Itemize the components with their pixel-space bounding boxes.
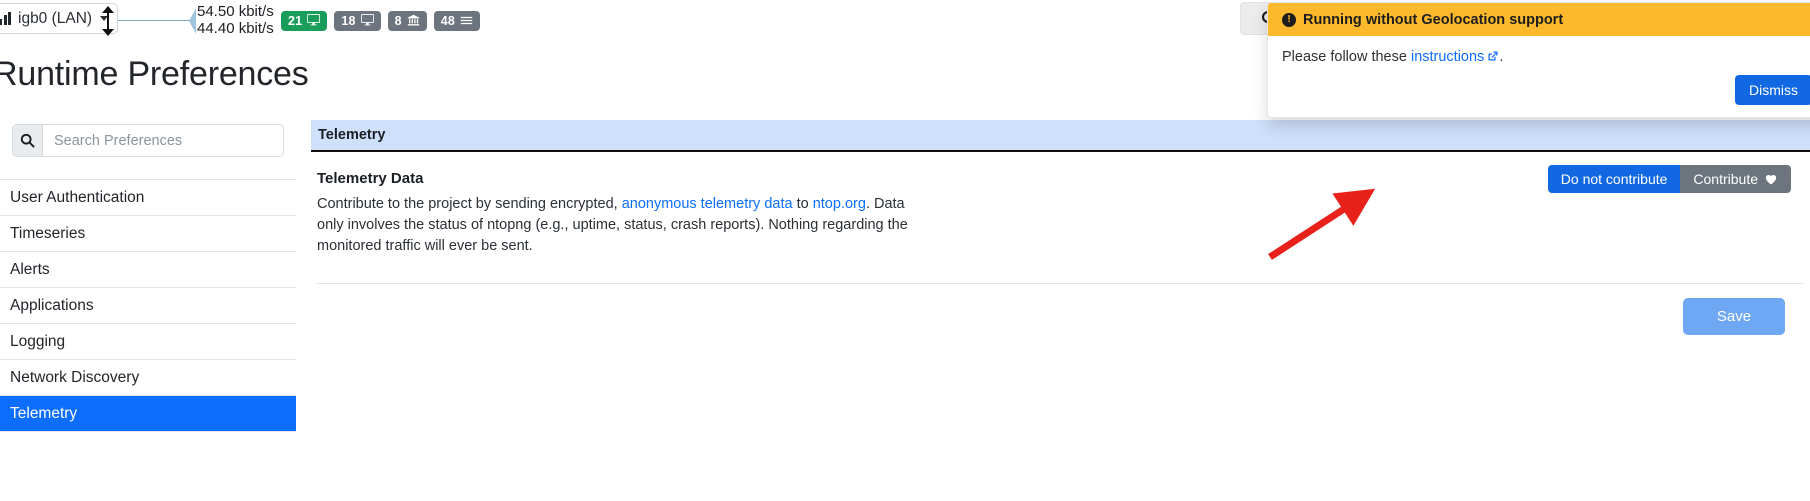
geolocation-toast: ! Running without Geolocation support Pl… (1267, 2, 1810, 118)
sidebar-item-label: Timeseries (10, 224, 86, 242)
preferences-nav-list: User Authentication Timeseries Alerts Ap… (0, 179, 296, 432)
contribute-label: Contribute (1693, 171, 1758, 187)
ntop-org-link[interactable]: ntop.org (813, 196, 866, 212)
sidebar-item-label: User Authentication (10, 188, 145, 206)
do-not-contribute-label: Do not contribute (1560, 171, 1668, 187)
traffic-rate-widget: 54.50 kbit/s 44.40 kbit/s (100, 0, 274, 41)
status-badge-networks[interactable]: 8 (387, 10, 427, 31)
sidebar-item-label: Telemetry (10, 404, 78, 422)
desc-part-1: Contribute to the project by sending enc… (317, 196, 622, 212)
sidebar-item-applications[interactable]: Applications (0, 288, 296, 324)
toast-actions: Dismiss (1268, 75, 1810, 117)
search-icon-box (13, 125, 43, 156)
contribute-toggle-group: Do not contribute Contribute (1547, 165, 1791, 193)
search-preferences-wrap[interactable] (12, 124, 284, 157)
display-icon (307, 14, 321, 26)
status-badge-flows[interactable]: 48 (433, 10, 481, 31)
toast-body: Please follow these instructions. (1268, 36, 1810, 75)
badge-count: 18 (341, 13, 356, 28)
status-badges: 21 18 8 48 (281, 0, 481, 41)
panel-header-label: Telemetry (318, 127, 386, 143)
sidebar-item-alerts[interactable]: Alerts (0, 252, 296, 288)
search-icon (20, 133, 35, 148)
telemetry-panel: Telemetry Telemetry Data Contribute to t… (311, 120, 1810, 335)
list-icon (460, 16, 473, 25)
bar-chart-icon (0, 12, 12, 25)
do-not-contribute-button[interactable]: Do not contribute (1547, 165, 1681, 193)
toast-body-suffix: . (1499, 49, 1504, 65)
sidebar-item-label: Alerts (10, 260, 50, 278)
desc-part-2: to (792, 196, 813, 212)
sidebar-item-label: Applications (10, 296, 94, 314)
save-button[interactable]: Save (1683, 298, 1785, 335)
sidebar-item-network-discovery[interactable]: Network Discovery (0, 360, 296, 396)
preferences-sidebar: User Authentication Timeseries Alerts Ap… (0, 120, 296, 432)
sidebar-item-timeseries[interactable]: Timeseries (0, 216, 296, 252)
page-title: Runtime Preferences (0, 55, 309, 93)
heart-icon (1765, 175, 1777, 185)
sidebar-item-logging[interactable]: Logging (0, 324, 296, 360)
badge-count: 8 (394, 13, 402, 28)
toast-body-prefix: Please follow these (1282, 49, 1411, 65)
save-row: Save (317, 284, 1804, 335)
sidebar-item-telemetry[interactable]: Telemetry (0, 396, 296, 432)
search-input[interactable] (43, 125, 283, 156)
app-root: igb0 (LAN) 54.50 kbit/s 44.40 kbit/s 21 … (0, 0, 1810, 501)
sidebar-item-user-authentication[interactable]: User Authentication (0, 180, 296, 216)
download-rate: 54.50 kbit/s (197, 3, 274, 20)
sidebar-item-label: Network Discovery (10, 368, 140, 386)
panel-header: Telemetry (311, 120, 1810, 152)
upload-rate: 44.40 kbit/s (197, 19, 274, 37)
setting-description: Contribute to the project by sending enc… (317, 194, 917, 257)
contribute-button[interactable]: Contribute (1680, 165, 1791, 193)
up-down-arrow-icon (100, 5, 116, 36)
traffic-sparkline (118, 6, 196, 36)
external-link-icon (1487, 50, 1499, 62)
status-badge-devices[interactable]: 18 (334, 10, 381, 31)
sidebar-item-label: Logging (10, 332, 66, 350)
panel-body: Telemetry Data Contribute to the project… (311, 152, 1810, 335)
toast-header: ! Running without Geolocation support (1268, 3, 1810, 36)
traffic-rates: 54.50 kbit/s 44.40 kbit/s (197, 3, 274, 37)
dismiss-button[interactable]: Dismiss (1735, 75, 1810, 105)
interface-label: igb0 (LAN) (18, 9, 93, 27)
instructions-link[interactable]: instructions (1411, 49, 1484, 65)
status-badge-hosts[interactable]: 21 (281, 10, 328, 31)
anonymous-telemetry-data-link[interactable]: anonymous telemetry data (622, 196, 793, 212)
bank-icon (407, 14, 419, 26)
display-icon (360, 14, 374, 26)
exclamation-circle-icon: ! (1282, 12, 1296, 27)
badge-count: 21 (288, 13, 303, 28)
toast-title: Running without Geolocation support (1303, 11, 1564, 28)
badge-count: 48 (440, 13, 456, 28)
